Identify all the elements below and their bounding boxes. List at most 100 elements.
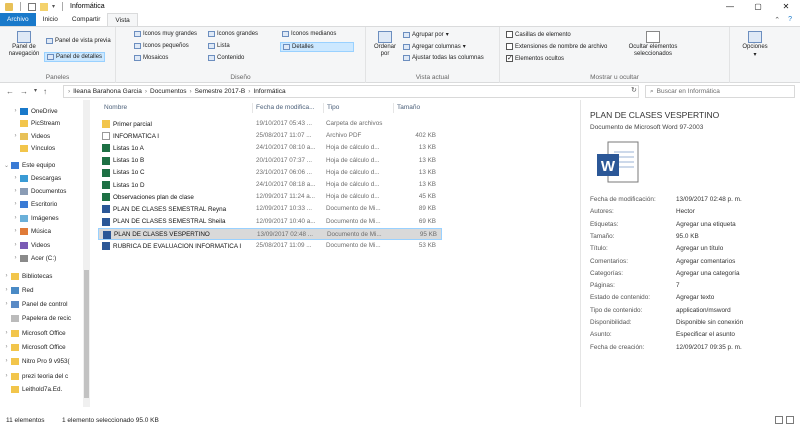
file-row[interactable]: Observaciones plan de clase 12/09/2017 11… (98, 191, 442, 203)
maximize-button[interactable]: ▢ (744, 0, 772, 13)
item-checkboxes-toggle[interactable]: Casillas de elemento (506, 31, 571, 38)
nav-item[interactable]: ⌄ Este equipo (2, 159, 55, 171)
breadcrumb-item[interactable]: Documentos (150, 88, 187, 95)
property-value[interactable]: Hector (676, 208, 695, 215)
layout-list[interactable]: Lista (208, 43, 230, 49)
chevron-right-icon[interactable]: › (2, 344, 11, 350)
nav-item[interactable]: › Bibliotecas (2, 270, 52, 282)
file-row[interactable]: PLAN DE CLASES VESPERTINO 13/09/2017 02:4… (98, 227, 442, 240)
checkbox-checked[interactable] (506, 54, 513, 62)
sort-by-button[interactable]: Ordenar por (372, 31, 398, 58)
nav-item[interactable]: › Microsoft Office (2, 341, 66, 353)
group-by-button[interactable]: Agrupar por ▾ (403, 31, 449, 38)
file-row[interactable]: PLAN DE CLASES SEMESTRAL Sheila 12/09/201… (98, 216, 442, 228)
tab-compartir[interactable]: Compartir (65, 13, 108, 26)
nav-item[interactable]: › Panel de control (2, 298, 68, 310)
column-divider[interactable] (323, 103, 324, 113)
chevron-right-icon[interactable]: › (2, 373, 11, 379)
nav-item[interactable]: › Red (2, 284, 34, 296)
file-row[interactable]: Listas 1o C 23/10/2017 06:06 ... Hoja de c… (98, 167, 442, 179)
nav-item[interactable]: › Nitro Pro 9 v953( (2, 355, 70, 367)
details-pane-button[interactable]: Panel de detalles (44, 52, 106, 62)
nav-item[interactable]: › OneDrive (11, 105, 58, 117)
up-icon[interactable]: ↑ (43, 87, 47, 96)
file-row[interactable]: INFORMATICA I 25/08/2017 11:07 ... Archivo… (98, 130, 442, 142)
property-value[interactable]: Agregar comentarios (676, 258, 735, 265)
property-value[interactable]: 12/09/2017 09:35 p. m. (676, 344, 742, 351)
layout-medium-icons[interactable]: Iconos medianos (282, 31, 336, 37)
nav-item[interactable]: › Acer (C:) (11, 252, 56, 264)
chevron-right-icon[interactable]: › (2, 287, 11, 293)
nav-item[interactable]: › prezi teoria del c (2, 370, 68, 382)
tab-inicio[interactable]: Inicio (36, 13, 65, 26)
column-divider[interactable] (252, 103, 253, 113)
nav-item[interactable]: Vínculos (11, 142, 55, 154)
chevron-right-icon[interactable]: › (2, 273, 11, 279)
nav-pane-button[interactable]: Panel de navegación (6, 31, 42, 58)
chevron-right-icon[interactable]: › (11, 175, 20, 181)
nav-item[interactable]: › Imágenes (11, 212, 59, 224)
hide-selected-button[interactable]: Ocultar elementos seleccionados (624, 31, 682, 58)
file-extensions-toggle[interactable]: Extensiones de nombre de archivo (506, 43, 607, 50)
column-divider[interactable] (393, 103, 394, 113)
column-header-name[interactable]: Nombre (104, 104, 127, 111)
chevron-right-icon[interactable]: › (11, 215, 20, 221)
breadcrumb[interactable]: › Ileana Barahona Garcia › Documentos › … (63, 85, 639, 98)
layout-large-icons[interactable]: Iconos grandes (208, 31, 258, 37)
layout-tiles[interactable]: Mosaicos (134, 55, 168, 61)
file-row[interactable]: Listas 1o A 24/10/2017 08:10 a... Hoja de … (98, 142, 442, 154)
column-header-size[interactable]: Tamaño (397, 104, 420, 111)
chevron-right-icon[interactable]: › (11, 108, 20, 114)
nav-item[interactable]: › Escritorio (11, 198, 57, 210)
property-value[interactable]: Disponible sin conexión (676, 319, 743, 326)
minimize-button[interactable]: — (716, 0, 744, 13)
customize-toolbar-icon[interactable]: ▾ (52, 3, 55, 10)
chevron-down-icon[interactable]: ⌄ (2, 162, 11, 169)
recent-locations-icon[interactable]: ▾ (34, 87, 37, 96)
nav-item[interactable]: › Música (11, 225, 51, 237)
file-row[interactable]: Primer parcial 19/10/2017 05:43 ... Carpet… (98, 118, 442, 130)
property-value[interactable]: Agregar texto (676, 294, 714, 301)
forward-icon[interactable]: → (20, 87, 28, 96)
new-folder-icon[interactable] (40, 2, 48, 11)
help-icon[interactable]: ? (788, 16, 792, 23)
large-icons-view-icon[interactable] (786, 416, 794, 424)
nav-item[interactable]: Leithold7a.Ed. (2, 383, 62, 395)
tab-vista[interactable]: Vista (107, 13, 138, 26)
property-value[interactable]: Agregar una categoría (676, 270, 740, 277)
property-value[interactable]: application/msword (676, 307, 731, 314)
file-row[interactable]: Listas 1o D 24/10/2017 08:18 a... Hoja de … (98, 179, 442, 191)
nav-item[interactable]: › Documentos (11, 185, 66, 197)
properties-icon[interactable] (28, 2, 36, 11)
options-button[interactable]: Opciones ▾ (738, 31, 772, 58)
tab-archivo[interactable]: Archivo (0, 13, 36, 26)
chevron-right-icon[interactable]: › (2, 301, 11, 307)
checkbox[interactable] (506, 31, 513, 38)
chevron-right-icon[interactable]: › (11, 255, 20, 261)
layout-extra-large-icons[interactable]: Iconos muy grandes (134, 31, 197, 37)
chevron-right-icon[interactable]: › (11, 242, 20, 248)
chevron-right-icon[interactable]: › (11, 228, 20, 234)
search-input[interactable]: ⌕ Buscar en Informática (645, 85, 795, 98)
close-button[interactable]: ✕ (772, 0, 800, 13)
breadcrumb-item[interactable]: Semestre 2017-B (195, 88, 246, 95)
layout-details[interactable]: Detalles (280, 42, 354, 52)
breadcrumb-item[interactable]: Informática (253, 88, 285, 95)
checkbox[interactable] (506, 43, 513, 50)
size-columns-button[interactable]: Ajustar todas las columnas (403, 55, 484, 61)
nav-item[interactable]: › Descargas (11, 172, 61, 184)
back-icon[interactable]: ← (6, 87, 14, 96)
nav-scrollbar[interactable] (83, 100, 90, 407)
collapse-ribbon-icon[interactable]: ⌃ (774, 16, 780, 24)
property-value[interactable]: Especificar el asunto (676, 331, 735, 338)
layout-content[interactable]: Contenido (208, 55, 244, 61)
nav-item[interactable]: Papelera de recic (2, 312, 71, 324)
refresh-icon[interactable]: ↻ (631, 86, 637, 94)
preview-pane-button[interactable]: Panel de vista previa (46, 38, 111, 44)
nav-item[interactable]: › Videos (11, 239, 50, 251)
layout-small-icons[interactable]: Iconos pequeños (134, 43, 189, 49)
nav-item[interactable]: › Videos (11, 130, 50, 142)
property-value[interactable]: Agregar un título (676, 245, 723, 252)
file-row[interactable]: PLAN DE CLASES SEMESTRAL Reyna 12/09/2017… (98, 203, 442, 215)
property-value[interactable]: 95.0 KB (676, 233, 699, 240)
